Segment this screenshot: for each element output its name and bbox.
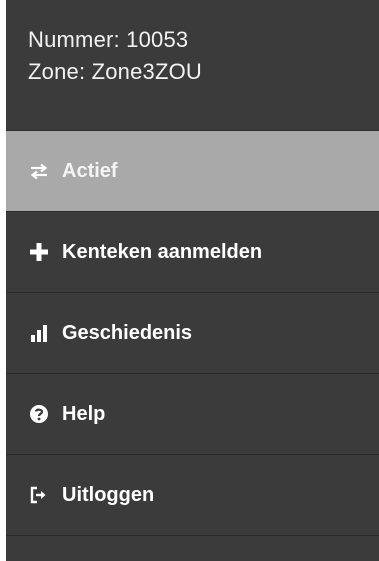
menu-item-label: Kenteken aanmelden (62, 240, 263, 263)
zone-text: Zone: Zone3ZOU (28, 59, 202, 84)
question-circle-icon (28, 403, 50, 425)
menu-item-actief[interactable]: Actief (6, 131, 379, 212)
menu-item-kenteken-aanmelden[interactable]: Kenteken aanmelden (6, 212, 379, 293)
menu-item-help[interactable]: Help (6, 374, 379, 455)
menu-item-label: Uitloggen (62, 483, 155, 506)
sign-out-icon (28, 484, 50, 506)
menu-item-label: Help (62, 402, 106, 425)
menu-item-label: Actief (62, 159, 118, 182)
menu-item-uitloggen[interactable]: Uitloggen (6, 455, 379, 536)
side-menu-panel: Nummer: 10053 Zone: Zone3ZOU Actief Kent… (6, 0, 379, 561)
account-info: Nummer: 10053 Zone: Zone3ZOU (6, 0, 379, 130)
nav-menu: Actief Kenteken aanmelden Geschiedenis H… (6, 130, 379, 536)
menu-footer-space (6, 536, 379, 554)
bar-chart-icon (28, 322, 50, 344)
nummer-text: Nummer: 10053 (28, 27, 189, 52)
plus-icon (28, 241, 50, 263)
menu-item-geschiedenis[interactable]: Geschiedenis (6, 293, 379, 374)
swap-arrows-icon (28, 160, 50, 182)
menu-item-label: Geschiedenis (62, 321, 193, 344)
